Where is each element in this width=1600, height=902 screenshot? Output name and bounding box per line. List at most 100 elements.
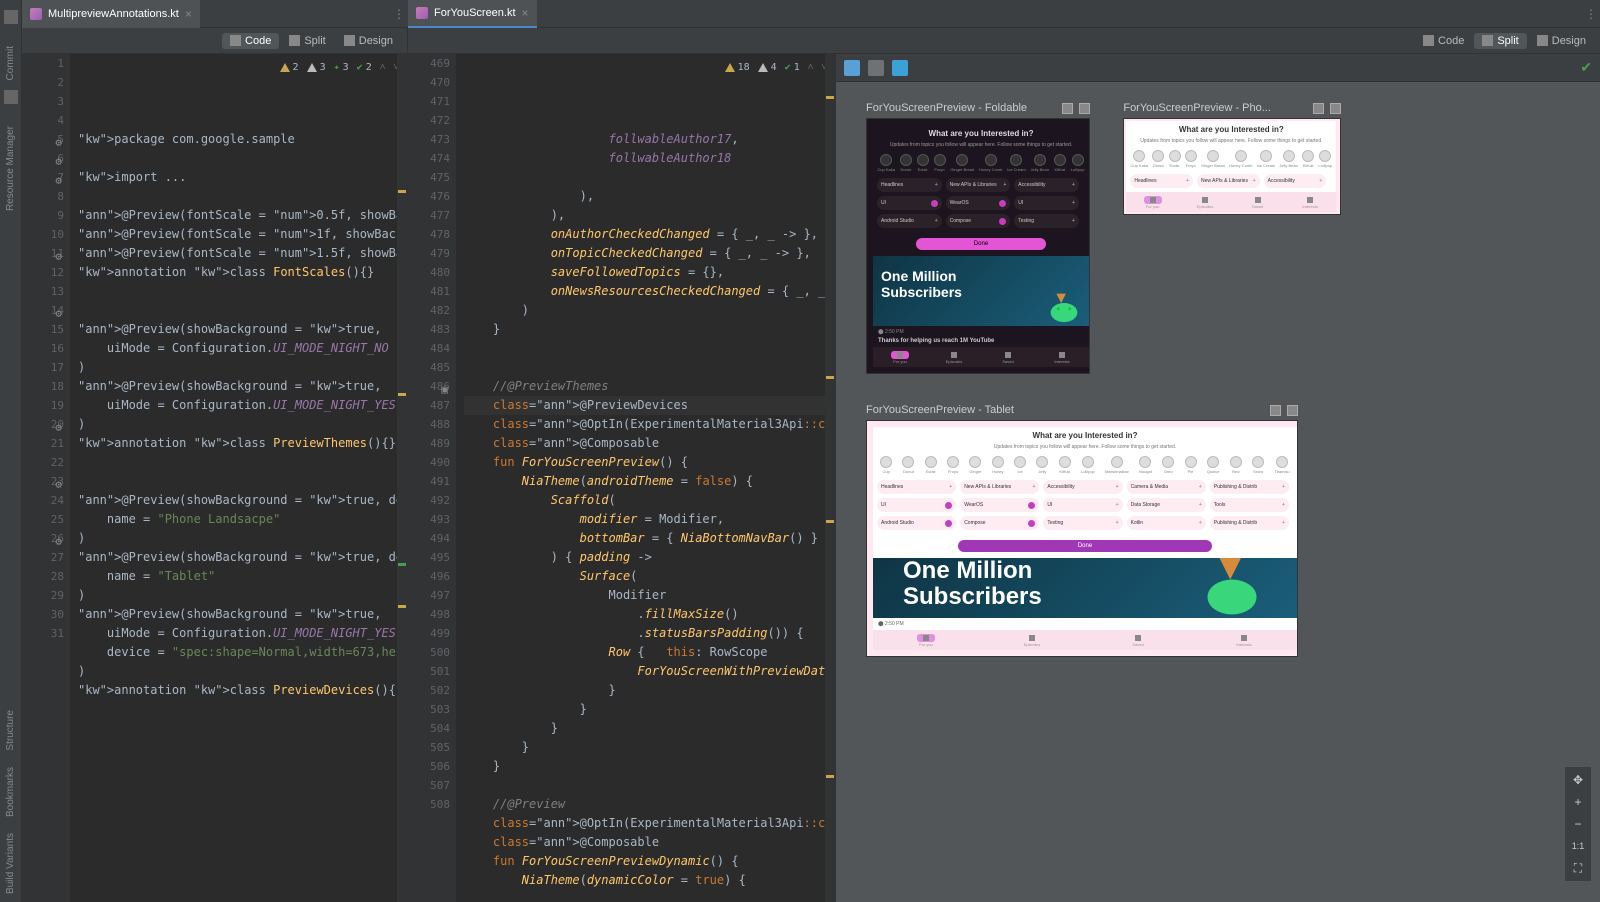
nav-item[interactable]: For you <box>873 630 979 650</box>
topic-chip[interactable]: UI+ <box>1014 196 1079 210</box>
left-gutter: 12345⚙6⚙7⚙891011⚙121314⚙151617181920⚙212… <box>22 54 70 902</box>
nav-item[interactable]: Saved <box>1085 630 1191 650</box>
gutter-run-icon[interactable]: ⚙ <box>50 133 62 145</box>
topic-chip[interactable]: Headlines+ <box>1130 174 1193 188</box>
zoom-fit-icon[interactable]: ⛶ <box>1569 859 1587 877</box>
right-error-stripe[interactable] <box>825 54 835 902</box>
preview-tablet[interactable]: What are you Interested in? Updates from… <box>873 427 1297 650</box>
zoom-out-icon[interactable]: − <box>1569 815 1587 833</box>
preview-canvas[interactable]: ForYouScreenPreview - Foldable What are … <box>836 82 1600 902</box>
mode-split-left[interactable]: Split <box>281 33 333 49</box>
prev-highlight-icon[interactable]: ˄ <box>380 58 386 77</box>
tab-overflow-right[interactable]: ⋮ <box>1582 7 1600 21</box>
mode-design-left[interactable]: Design <box>336 33 401 49</box>
nav-item[interactable]: Interests <box>1191 630 1297 650</box>
left-code-area[interactable]: 2 3 ✦3 ✔2 ˄ ˅ "kw">package com.google.sa… <box>70 54 407 902</box>
nav-item[interactable]: Saved <box>1231 192 1284 212</box>
layers-icon[interactable] <box>892 60 908 76</box>
prev-highlight-icon[interactable]: ˄ <box>808 58 814 77</box>
animation-preview-icon[interactable] <box>868 60 884 76</box>
mode-code-right[interactable]: Code <box>1415 33 1472 49</box>
topic-chip[interactable]: Accessibility+ <box>1043 480 1122 494</box>
left-error-stripe[interactable] <box>397 54 407 902</box>
gutter-run-icon[interactable]: ⚙ <box>50 247 62 259</box>
nav-item[interactable]: For you <box>873 347 927 367</box>
tool-structure[interactable]: Structure <box>3 702 18 759</box>
topic-chip[interactable]: Testing+ <box>1014 214 1079 228</box>
topic-chip[interactable]: Compose <box>946 214 1011 228</box>
topic-chip[interactable]: Data Storage+ <box>1127 498 1206 512</box>
gutter-run-icon[interactable]: ⚙ <box>50 152 62 164</box>
topic-chip[interactable]: Headlines+ <box>877 480 956 494</box>
topic-chip[interactable]: Tools+ <box>1210 498 1289 512</box>
nav-item[interactable]: Interests <box>1284 192 1337 212</box>
gutter-run-icon[interactable]: ⚙ <box>50 475 62 487</box>
zoom-reset-button[interactable]: 1:1 <box>1569 837 1587 855</box>
topic-chip[interactable]: New APIs & Libraries+ <box>960 480 1039 494</box>
nav-item[interactable]: Episodes <box>979 630 1085 650</box>
run-icon[interactable] <box>1287 405 1298 416</box>
run-icon[interactable] <box>1330 103 1341 114</box>
nav-item[interactable]: Saved <box>981 347 1035 367</box>
close-icon[interactable]: × <box>522 6 529 20</box>
tab-label: ForYouScreen.kt <box>434 7 516 19</box>
tool-resource-manager[interactable]: Resource Manager <box>3 118 18 219</box>
topic-chip[interactable]: Headlines+ <box>877 178 942 192</box>
project-icon[interactable] <box>4 10 18 24</box>
nav-item[interactable]: For you <box>1126 192 1179 212</box>
close-icon[interactable]: × <box>185 7 192 21</box>
preview-foldable[interactable]: What are you Interested in? Updates from… <box>873 125 1089 367</box>
gutter-run-icon[interactable]: ⚙ <box>50 304 62 316</box>
zoom-in-icon[interactable]: + <box>1569 793 1587 811</box>
pan-icon[interactable]: ✥ <box>1569 771 1587 789</box>
tool-build-variants[interactable]: Build Variants <box>3 825 18 902</box>
topic-chip[interactable]: Compose <box>960 516 1039 530</box>
gutter-run-icon[interactable]: ⚙ <box>50 418 62 430</box>
left-editor[interactable]: 12345⚙6⚙7⚙891011⚙121314⚙151617181920⚙212… <box>22 54 408 902</box>
right-code-area[interactable]: 18 4 ✔1 ˄ ˅ follwableAuthor17, follwable… <box>456 54 835 902</box>
tab-multipreview[interactable]: MultipreviewAnnotations.kt × <box>22 0 200 28</box>
topic-chip[interactable]: Android Studio+ <box>877 214 942 228</box>
right-editor[interactable]: 4694704714724734744754764774784794804814… <box>408 54 836 902</box>
inspection-badges-right[interactable]: 18 4 ✔1 ˄ ˅ <box>721 56 831 79</box>
nav-item[interactable]: Episodes <box>1179 192 1232 212</box>
gutter-run-icon[interactable]: ⚙ <box>50 171 62 183</box>
topic-chip[interactable]: Testing+ <box>1043 516 1122 530</box>
topic-chip[interactable]: Publishing & Distrib+ <box>1210 480 1289 494</box>
topic-chip[interactable]: Accessibility+ <box>1014 178 1079 192</box>
tool-commit[interactable]: Commit <box>3 38 18 88</box>
mode-design-right[interactable]: Design <box>1529 33 1594 49</box>
gutter-run-icon[interactable]: ▣ <box>436 380 448 392</box>
topic-chip[interactable]: Kotlin+ <box>1127 516 1206 530</box>
topic-chip[interactable]: UI <box>877 196 942 210</box>
topic-chip[interactable]: Android Studio <box>877 516 956 530</box>
topic-chip[interactable]: Accessibility+ <box>1264 174 1327 188</box>
preview-toolbar: ✔ <box>836 54 1600 82</box>
done-button[interactable]: Done <box>916 238 1046 250</box>
gutter-run-icon[interactable]: ⚙ <box>50 532 62 544</box>
tab-foryouscreen[interactable]: ForYouScreen.kt × <box>408 0 537 28</box>
run-icon[interactable] <box>1079 103 1090 114</box>
nav-item[interactable]: Interests <box>1035 347 1089 367</box>
topic-chip[interactable]: UI+ <box>1043 498 1122 512</box>
topic-chip[interactable]: WearOS <box>960 498 1039 512</box>
deploy-icon[interactable] <box>1313 103 1324 114</box>
interactive-mode-icon[interactable] <box>844 60 860 76</box>
topic-chip[interactable]: WearOS <box>946 196 1011 210</box>
tool-bookmarks[interactable]: Bookmarks <box>3 759 18 825</box>
inspection-badges-left[interactable]: 2 3 ✦3 ✔2 ˄ ˅ <box>276 56 403 79</box>
preview-phone[interactable]: What are you Interested in? Updates from… <box>1126 121 1336 212</box>
commit-icon[interactable] <box>4 90 18 104</box>
deploy-icon[interactable] <box>1062 103 1073 114</box>
mode-split-right[interactable]: Split <box>1474 33 1526 49</box>
tab-overflow-left[interactable]: ⋮ <box>390 7 408 21</box>
topic-chip[interactable]: New APIs & Libraries+ <box>946 178 1011 192</box>
mode-code-left[interactable]: Code <box>222 33 279 49</box>
nav-item[interactable]: Episodes <box>927 347 981 367</box>
done-button[interactable]: Done <box>958 540 1212 552</box>
topic-chip[interactable]: UI <box>877 498 956 512</box>
deploy-icon[interactable] <box>1270 405 1281 416</box>
topic-chip[interactable]: Publishing & Distrib+ <box>1210 516 1289 530</box>
topic-chip[interactable]: New APIs & Libraries+ <box>1197 174 1260 188</box>
topic-chip[interactable]: Camera & Media+ <box>1127 480 1206 494</box>
